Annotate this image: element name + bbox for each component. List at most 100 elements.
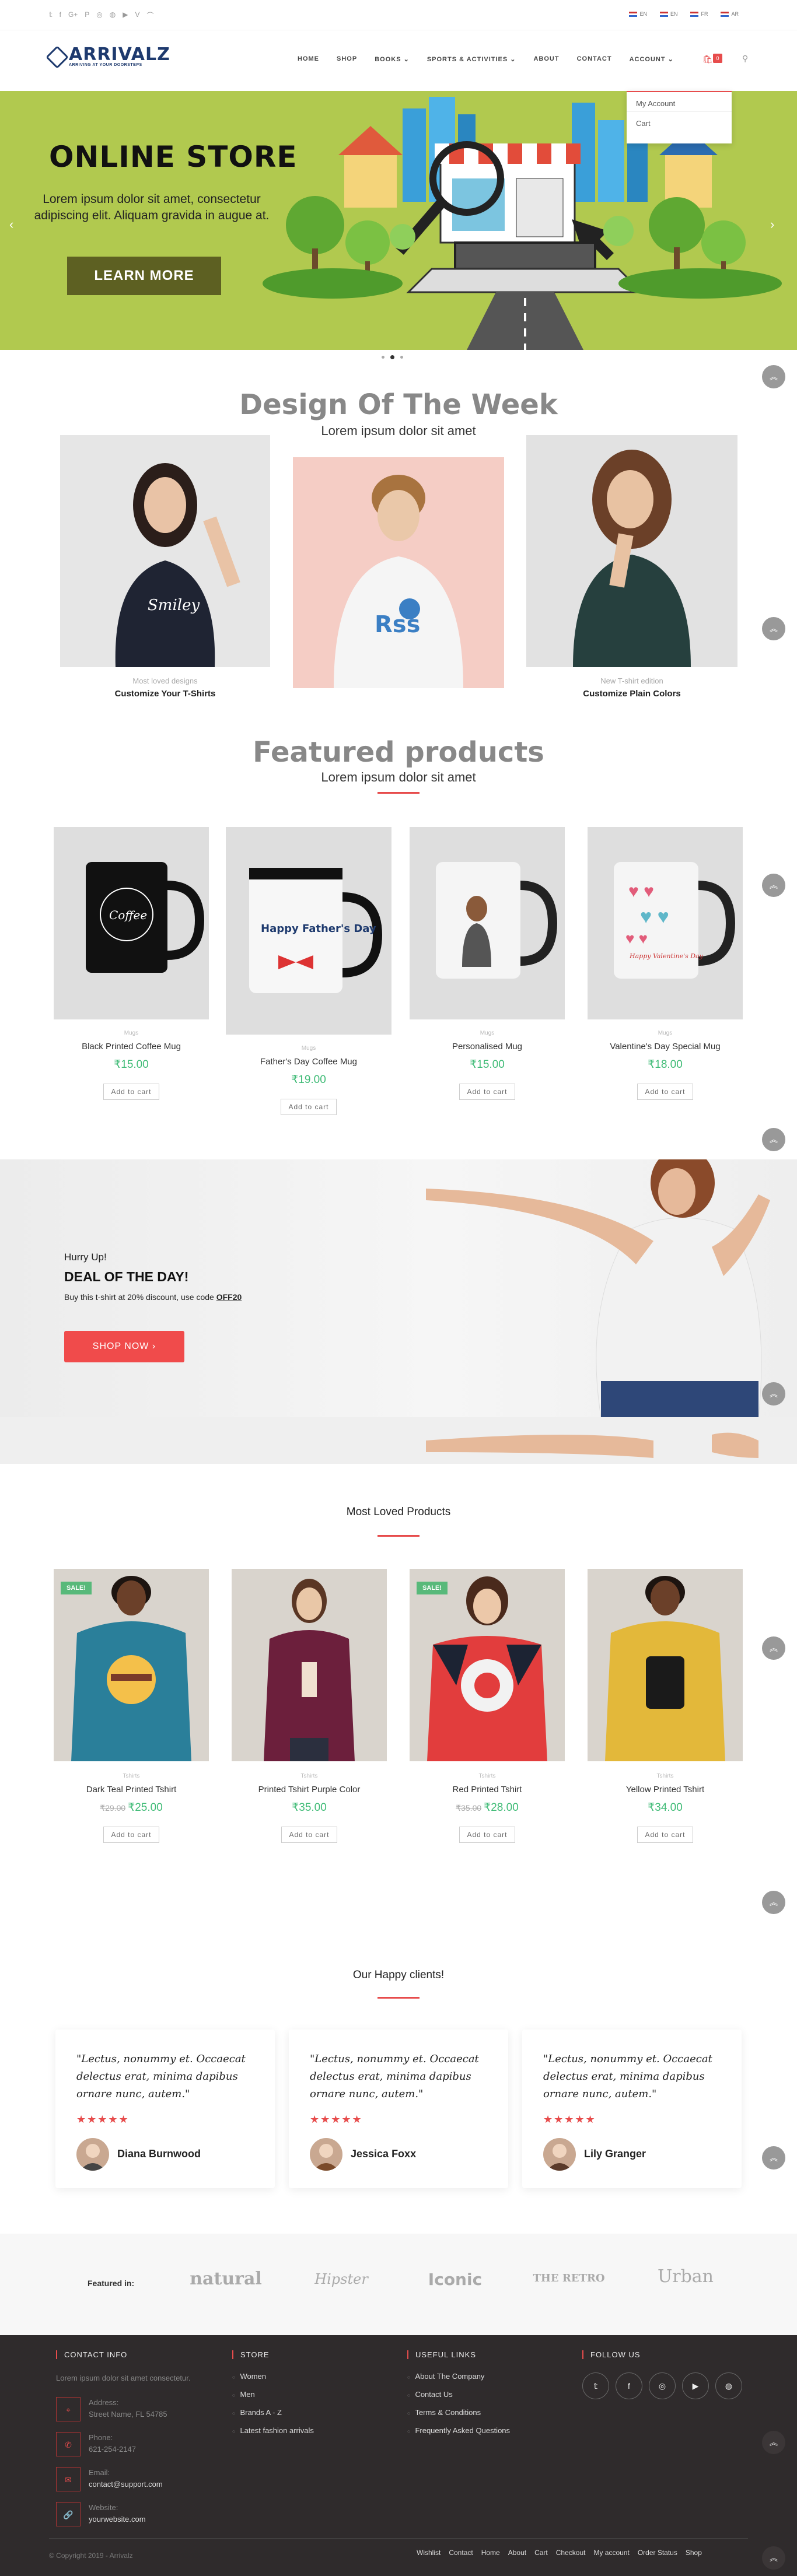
website-link[interactable]: yourwebsite.com (89, 2515, 146, 2524)
add-to-cart-button[interactable]: Add to cart (637, 1084, 693, 1100)
product-image-purple-tshirt[interactable] (232, 1569, 387, 1761)
youtube-icon[interactable]: ▶ (682, 2372, 709, 2399)
product-image-fathers-mug[interactable]: Happy Father's Day (226, 827, 391, 1035)
bottom-link-checkout[interactable]: Checkout (556, 2549, 586, 2557)
facebook-icon[interactable]: f (616, 2372, 642, 2399)
scroll-top-button[interactable]: ︽ (762, 2431, 785, 2454)
menu-item-cart[interactable]: Cart (627, 112, 732, 131)
product-image-valentine-mug[interactable]: ♥ ♥ ♥ ♥ ♥ ♥ Happy Valentine's Day (588, 827, 743, 1019)
nav-sports[interactable]: SPORTS & ACTIVITIES ⌄ (418, 55, 525, 63)
nav-home[interactable]: HOME (289, 55, 328, 63)
bottom-link-contact[interactable]: Contact (449, 2549, 473, 2557)
product-name[interactable]: Black Printed Coffee Mug (54, 1042, 209, 1052)
scroll-top-button[interactable]: ︽ (762, 1128, 785, 1151)
scroll-top-button[interactable]: ︽ (762, 1636, 785, 1660)
menu-item-my-account[interactable]: My Account (627, 92, 732, 112)
learn-more-button[interactable]: LEARN MORE (67, 257, 221, 295)
brand-logo-natural[interactable]: natural (188, 2269, 264, 2289)
design-photo-2[interactable]: Rss (293, 457, 504, 688)
slider-dot[interactable] (400, 356, 403, 359)
product-category[interactable]: Mugs (226, 1045, 391, 1052)
product-image-personalised-mug[interactable] (410, 827, 565, 1019)
shop-now-button[interactable]: SHOP NOW › (64, 1331, 184, 1362)
footer-link-faq[interactable]: Frequently Asked Questions (407, 2422, 510, 2440)
scroll-top-button[interactable]: ︽ (762, 874, 785, 897)
phone-value[interactable]: 621-254-2147 (89, 2445, 136, 2454)
bottom-link-cart[interactable]: Cart (534, 2549, 548, 2557)
brand-logo-hipster[interactable]: Hipster (303, 2271, 379, 2287)
product-name[interactable]: Valentine's Day Special Mug (588, 1042, 743, 1052)
nav-account[interactable]: ACCOUNT ⌄ (621, 55, 683, 63)
footer-link-terms[interactable]: Terms & Conditions (407, 2404, 510, 2422)
language-option[interactable]: EN (629, 11, 647, 17)
bottom-link-order-status[interactable]: Order Status (638, 2549, 677, 2557)
add-to-cart-button[interactable]: Add to cart (281, 1827, 337, 1843)
slider-prev-icon[interactable]: ‹ (9, 217, 13, 232)
brand-logo-retro[interactable]: THE RETRO (531, 2272, 607, 2284)
bottom-link-wishlist[interactable]: Wishlist (417, 2549, 441, 2557)
product-name[interactable]: Red Printed Tshirt (410, 1785, 565, 1795)
design-photo-3[interactable] (526, 435, 737, 667)
email-link[interactable]: contact@support.com (89, 2480, 163, 2489)
facebook-icon[interactable]: f (60, 10, 61, 20)
nav-books[interactable]: BOOKS ⌄ (366, 55, 418, 63)
add-to-cart-button[interactable]: Add to cart (637, 1827, 693, 1843)
product-name[interactable]: Printed Tshirt Purple Color (232, 1785, 387, 1795)
twitter-icon[interactable]: 𝕥 (49, 10, 53, 20)
slider-next-icon[interactable]: › (770, 217, 774, 232)
product-category[interactable]: Tshirts (54, 1773, 209, 1779)
product-image-black-mug[interactable]: Coffee (54, 827, 209, 1019)
slider-dot[interactable] (382, 356, 384, 359)
product-name[interactable]: Yellow Printed Tshirt (588, 1785, 743, 1795)
product-name[interactable]: Dark Teal Printed Tshirt (54, 1785, 209, 1795)
add-to-cart-button[interactable]: Add to cart (459, 1827, 515, 1843)
product-image-teal-tshirt[interactable] (54, 1569, 209, 1761)
footer-link-latest[interactable]: Latest fashion arrivals (232, 2422, 313, 2440)
product-category[interactable]: Tshirts (410, 1773, 565, 1779)
product-name[interactable]: Personalised Mug (410, 1042, 565, 1052)
vine-icon[interactable]: V (135, 10, 140, 20)
footer-link-contact[interactable]: Contact Us (407, 2386, 510, 2404)
nav-about[interactable]: ABOUT (525, 55, 568, 63)
brand-logo-iconic[interactable]: Iconic (417, 2270, 493, 2289)
design-caption-big[interactable]: Customize Your T-Shirts (60, 689, 270, 699)
bottom-link-my-account[interactable]: My account (593, 2549, 629, 2557)
nav-contact[interactable]: CONTACT (568, 55, 621, 63)
product-category[interactable]: Mugs (588, 1030, 743, 1036)
bottom-link-home[interactable]: Home (481, 2549, 500, 2557)
product-category[interactable]: Mugs (410, 1030, 565, 1036)
scroll-top-button[interactable]: ︽ (762, 1891, 785, 1914)
language-option[interactable]: EN (659, 11, 677, 17)
brand-logo-urban[interactable]: Urban (648, 2266, 723, 2287)
twitter-icon[interactable]: 𝕥 (582, 2372, 609, 2399)
youtube-icon[interactable]: ▶ (123, 10, 128, 20)
add-to-cart-button[interactable]: Add to cart (103, 1084, 159, 1100)
add-to-cart-button[interactable]: Add to cart (103, 1827, 159, 1843)
instagram-icon[interactable]: ◎ (96, 10, 102, 20)
bottom-link-shop[interactable]: Shop (686, 2549, 702, 2557)
language-option[interactable]: FR (690, 11, 708, 17)
pinterest-icon[interactable]: P (85, 10, 89, 20)
scroll-top-button[interactable]: ︽ (762, 2146, 785, 2170)
cart-icon[interactable]: 🛍 (702, 54, 713, 64)
footer-link-about[interactable]: About The Company (407, 2368, 510, 2386)
dribbble-icon[interactable]: ◍ (110, 10, 116, 20)
dribbble-icon[interactable]: ◍ (715, 2372, 742, 2399)
slider-dot-active[interactable] (390, 355, 394, 359)
instagram-icon[interactable]: ◎ (649, 2372, 676, 2399)
footer-link-women[interactable]: Women (232, 2368, 314, 2386)
product-category[interactable]: Tshirts (588, 1773, 743, 1779)
language-option[interactable]: AR (721, 11, 739, 17)
product-name[interactable]: Father's Day Coffee Mug (226, 1057, 391, 1067)
design-photo-1[interactable]: Smiley (60, 435, 270, 667)
scroll-top-button[interactable]: ︽ (762, 1382, 785, 1406)
product-image-yellow-tshirt[interactable] (588, 1569, 743, 1761)
product-image-red-tshirt[interactable] (410, 1569, 565, 1761)
scroll-top-button[interactable]: ︽ (762, 365, 785, 388)
scroll-top-button[interactable]: ︽ (762, 617, 785, 640)
footer-link-brands[interactable]: Brands A - Z (232, 2404, 314, 2422)
add-to-cart-button[interactable]: Add to cart (281, 1099, 337, 1115)
nav-shop[interactable]: SHOP (328, 55, 366, 63)
logo[interactable]: ARRIVALZ ARRIVING AT YOUR DOORSTEPS (46, 45, 170, 69)
product-category[interactable]: Mugs (54, 1030, 209, 1036)
